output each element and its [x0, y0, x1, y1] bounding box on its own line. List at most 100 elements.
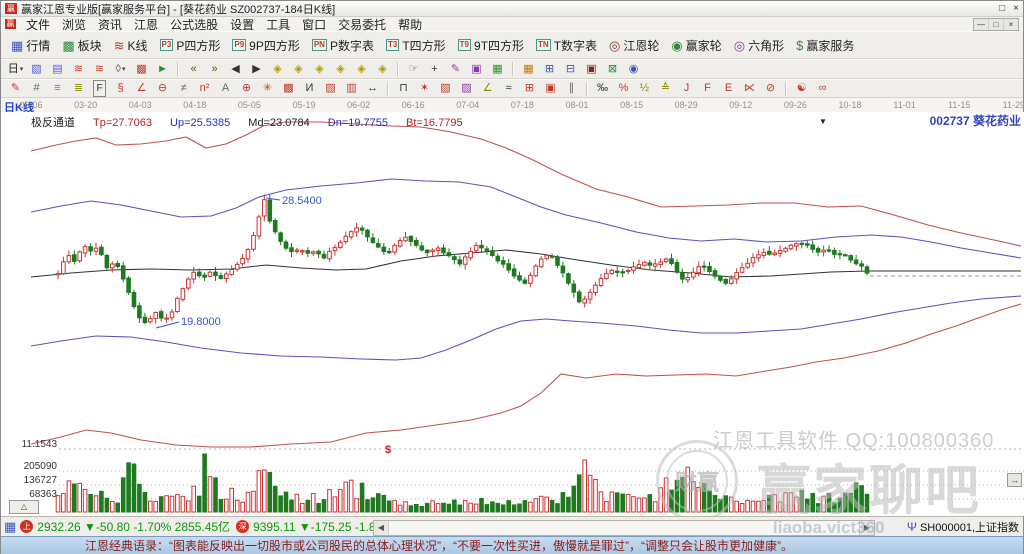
price-levels-tool-icon[interactable]: ≡	[48, 80, 67, 97]
menu-item-1[interactable]: 浏览	[56, 18, 92, 32]
menu-item-4[interactable]: 公式选股	[164, 18, 224, 32]
cycle-tool-icon[interactable]: ⊖	[153, 80, 172, 97]
menu-item-2[interactable]: 资讯	[92, 18, 128, 32]
next-bar-icon[interactable]: ▶	[247, 61, 266, 78]
last-bar-icon[interactable]: »	[205, 61, 224, 78]
p9-square-button[interactable]: P9 9P四方形	[226, 34, 305, 57]
menu-item-0[interactable]: 文件	[20, 18, 56, 32]
close-button[interactable]: ×	[1013, 3, 1019, 14]
mdi-restore-button[interactable]: □	[988, 18, 1003, 30]
t-table-button[interactable]: TN T数字表	[530, 34, 603, 57]
calendar-icon[interactable]: ▦	[519, 61, 538, 78]
parallel-tool-icon[interactable]: ∥	[562, 80, 581, 97]
chart-panel[interactable]: 江恩工具软件 QQ:100800360 赢家聊吧 财赢 28.5400 19.80…	[1, 112, 1024, 516]
hand-tool-icon[interactable]: ☞	[404, 61, 423, 78]
menu-item-7[interactable]: 窗口	[296, 18, 332, 32]
gann-diamond-1-icon[interactable]: ◈	[268, 61, 287, 78]
restore-button[interactable]: □	[999, 3, 1005, 14]
sectors-button[interactable]: ▩ 板块	[56, 34, 107, 57]
chart-style-icon[interactable]: ▧	[27, 61, 46, 78]
band-wave2-icon[interactable]: ≋	[90, 61, 109, 78]
gann-diamond-6-icon[interactable]: ◈	[373, 61, 392, 78]
gann-diamond-4-icon[interactable]: ◈	[331, 61, 350, 78]
delete-line-tool-icon[interactable]: ⊘	[761, 80, 780, 97]
wave-tool-icon[interactable]: ≈	[499, 80, 518, 97]
channel-tool-icon[interactable]: ⊓	[394, 80, 413, 97]
hatch-tool-icon[interactable]: ▧	[436, 80, 455, 97]
taiji-icon[interactable]: ☯	[792, 80, 811, 97]
period-day-dropdown[interactable]: 日 ▾	[6, 61, 25, 78]
menu-item-8[interactable]: 交易委托	[332, 18, 392, 32]
pen-tool-icon[interactable]: ✎	[446, 61, 465, 78]
j-line-tool-icon[interactable]: J	[677, 80, 696, 97]
region-select-icon[interactable]: ▩	[132, 61, 151, 78]
band-wave-icon[interactable]: ≋	[69, 61, 88, 78]
board-icon[interactable]: ▦	[488, 61, 507, 78]
gann-diamond-5-icon[interactable]: ◈	[352, 61, 371, 78]
first-bar-icon[interactable]: «	[184, 61, 203, 78]
hexagon-button[interactable]: ◎ 六角形	[728, 34, 790, 57]
chip-dropdown[interactable]: ◊ ▾	[111, 61, 130, 78]
square-box-tool-icon[interactable]: ▣	[541, 80, 560, 97]
arc-tool-icon[interactable]: §	[111, 80, 130, 97]
rays-tool-icon[interactable]: ✶	[415, 80, 434, 97]
calculator-icon[interactable]: ⊞	[540, 61, 559, 78]
scroll-left-arrow-icon[interactable]: ◀	[374, 521, 389, 535]
infinity-icon[interactable]: ∞	[813, 80, 832, 97]
t9-square-button[interactable]: T9 9T四方形	[452, 34, 530, 57]
gold-section-tool-icon[interactable]: ≙	[656, 80, 675, 97]
ratio-tool-icon[interactable]: ‰	[593, 80, 612, 97]
n2-tool-icon[interactable]: n²	[195, 80, 214, 97]
gann-box-tool-icon[interactable]: ⊞	[520, 80, 539, 97]
marker-red-tool-icon[interactable]: ▨	[321, 80, 340, 97]
target-tool-icon[interactable]: ⊕	[237, 80, 256, 97]
winner-wheel-button[interactable]: ◉ 赢家轮	[665, 34, 727, 57]
brush-tool-icon[interactable]: ✎	[6, 80, 25, 97]
price-levels2-tool-icon[interactable]: ≣	[69, 80, 88, 97]
monitor-icon[interactable]: ▣	[467, 61, 486, 78]
gann-diamond-3-icon[interactable]: ◈	[310, 61, 329, 78]
prev-bar-icon[interactable]: ◀	[226, 61, 245, 78]
expand-range-tool-icon[interactable]: ↔	[363, 80, 382, 97]
angle-tool-icon[interactable]: ∠	[132, 80, 151, 97]
kline-button[interactable]: ≋ K线	[108, 34, 154, 57]
p-table-button[interactable]: PN P数字表	[306, 34, 380, 57]
gold-ratio-tool-icon[interactable]: ½	[635, 80, 654, 97]
mdi-close-button[interactable]: ×	[1003, 18, 1018, 30]
fib-levels-tool-icon[interactable]: F	[90, 80, 109, 97]
scroll-right-button[interactable]: →	[1007, 473, 1022, 487]
e-line-tool-icon[interactable]: E	[719, 80, 738, 97]
box-tool-icon[interactable]: ▩	[279, 80, 298, 97]
net-sync-icon[interactable]: ◉	[624, 61, 643, 78]
crosshair-icon[interactable]: +	[425, 61, 444, 78]
text-tool-icon[interactable]: A	[216, 80, 235, 97]
expand-panel-button[interactable]: △	[9, 500, 39, 514]
percent-tool-icon[interactable]: %	[614, 80, 633, 97]
quote-grid-icon[interactable]: ▦	[4, 519, 16, 535]
star-tool-icon[interactable]: ✳	[258, 80, 277, 97]
playback-icon[interactable]: ►	[153, 61, 172, 78]
layout-save-icon[interactable]: ⊟	[561, 61, 580, 78]
menu-item-6[interactable]: 工具	[260, 18, 296, 32]
speed-line-tool-icon[interactable]: ⋉	[740, 80, 759, 97]
slope-tool-icon[interactable]: ∠	[478, 80, 497, 97]
gann-diamond-2-icon[interactable]: ◈	[289, 61, 308, 78]
mdi-minimize-button[interactable]: —	[974, 19, 988, 30]
menu-item-3[interactable]: 江恩	[128, 18, 164, 32]
gann-wheel-button[interactable]: ◎ 江恩轮	[603, 34, 665, 57]
info-panel-icon[interactable]: ▤	[48, 61, 67, 78]
menu-item-5[interactable]: 设置	[224, 18, 260, 32]
horizontal-scrollbar[interactable]: ◀ ▶	[373, 520, 875, 536]
p-square-button[interactable]: P3 P四方形	[154, 34, 227, 57]
marker2-tool-icon[interactable]: ▥	[342, 80, 361, 97]
scroll-right-arrow-icon[interactable]: ▶	[859, 521, 874, 535]
winner-service-button[interactable]: $ 赢家服务	[790, 34, 860, 57]
gann-grid-tool-icon[interactable]: #	[27, 80, 46, 97]
t-square-button[interactable]: T3 T四方形	[380, 34, 452, 57]
net-export-icon[interactable]: ⊠	[603, 61, 622, 78]
fractal-tool-icon[interactable]: И	[300, 80, 319, 97]
menu-item-9[interactable]: 帮助	[392, 18, 428, 32]
save-icon[interactable]: ▣	[582, 61, 601, 78]
f-line-tool-icon[interactable]: F	[698, 80, 717, 97]
bars-count-tool-icon[interactable]: ≠	[174, 80, 193, 97]
